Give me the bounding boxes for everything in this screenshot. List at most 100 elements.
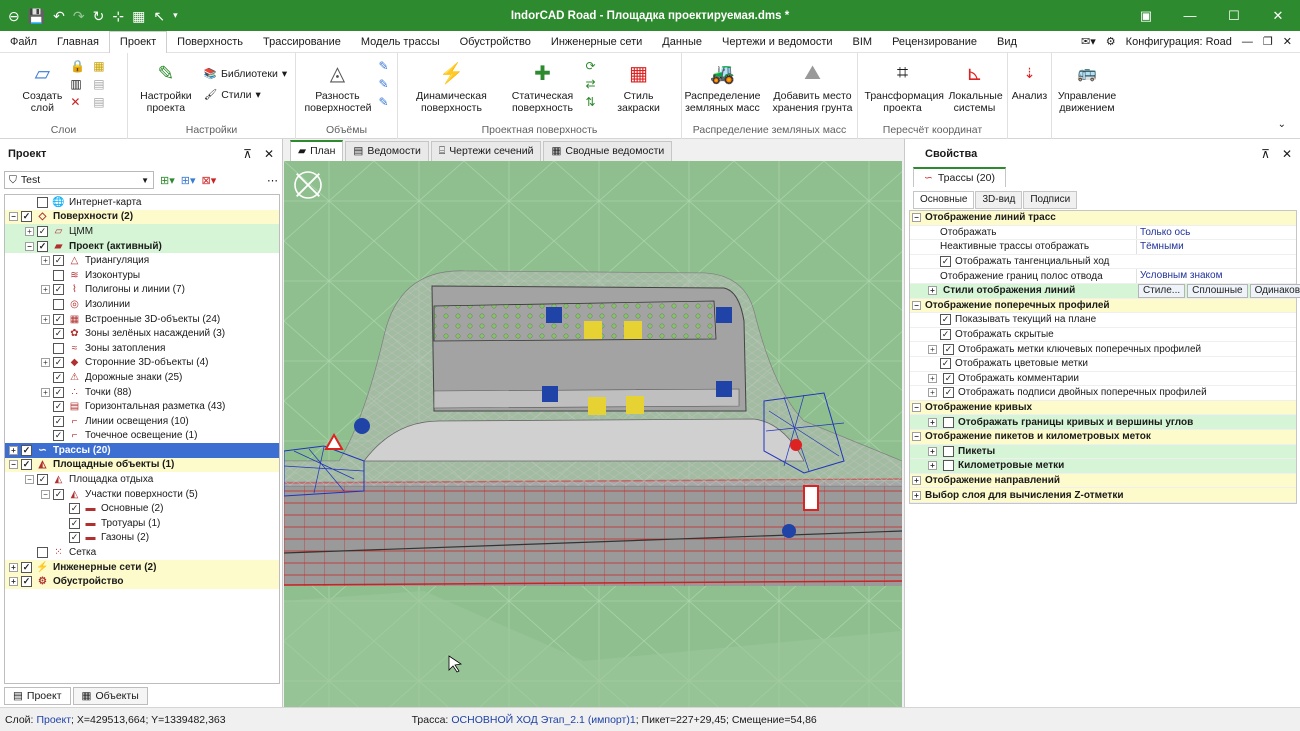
collapse-icon[interactable]: − [9,460,18,470]
tree-checkbox[interactable]: ✓ [53,357,64,369]
tree-item[interactable]: ✓ ⌐ Точечное освещение (1) [5,429,279,444]
property-row[interactable]: − Отображение линий трасс [910,211,1296,226]
tree-checkbox[interactable]: ✓ [37,240,48,252]
volume-tool-1-icon[interactable]: ✎ [378,59,388,73]
tree-checkbox[interactable]: ✓ [53,284,64,296]
menu-item[interactable]: Модель трассы [351,31,450,53]
expand-icon[interactable]: + [928,344,937,354]
expand-icon[interactable]: + [928,388,937,398]
tree-checkbox[interactable]: ✓ [69,503,80,515]
tree-item[interactable]: + ✓ ⚙ Обустройство [5,574,279,590]
expand-icon[interactable]: + [912,475,921,485]
collapse-icon[interactable]: − [912,403,921,413]
save-icon[interactable]: 💾 [28,9,45,23]
menu-item[interactable]: BIM [843,31,883,53]
tab-routes[interactable]: ∽ Трассы (20) [913,167,1006,187]
tree-item[interactable]: − ✓ ◇ Поверхности (2) [5,209,279,225]
collapse-icon[interactable]: − [912,432,921,442]
traffic-management-button[interactable]: 🚌 Управление движением [1051,53,1123,139]
tree-item[interactable]: + ✓ ∽ Трассы (20) [5,443,279,458]
plan-canvas[interactable] [284,161,902,707]
collapse-icon[interactable]: − [25,475,34,485]
expand-icon[interactable]: + [9,577,18,587]
property-checkbox[interactable]: ✓ [943,343,954,355]
mail-icon[interactable]: ✉▾ [1081,35,1096,48]
tree-item[interactable]: + ✓ ⌇ Полигоны и линии (7) [5,283,279,298]
property-row[interactable]: + ✓ Отображать метки ключевых поперечных п… [910,342,1296,357]
tree-checkbox[interactable] [53,269,64,281]
layer-copy-icon[interactable]: ▤ [93,77,104,91]
tree-checkbox[interactable]: ✓ [21,444,32,456]
style-option-button[interactable]: Сплошные [1187,283,1248,298]
tree-item[interactable]: ✓ ▬ Тротуары (1) [5,516,279,531]
filter-icon[interactable]: ⊞▾ [181,174,196,187]
surface-tool-2-icon[interactable]: ⇄ [585,77,595,91]
tree-checkbox[interactable]: ✓ [69,532,80,544]
property-row[interactable]: ✓ Отображать скрытые [910,328,1296,343]
property-checkbox[interactable] [943,445,954,457]
tree-checkbox[interactable]: ✓ [53,488,64,500]
menu-item[interactable]: Инженерные сети [541,31,652,53]
menu-item[interactable]: Данные [652,31,712,53]
tree-item[interactable]: ≈ Зоны затопления [5,341,279,356]
property-row[interactable]: − Отображение кривых [910,400,1296,416]
tree-checkbox[interactable]: ✓ [21,211,32,223]
refresh-icon[interactable]: ↻ [93,9,105,23]
menu-item[interactable]: Чертежи и ведомости [712,31,843,53]
tree-item[interactable]: ✓ ▬ Газоны (2) [5,531,279,546]
analysis-button[interactable]: ⇣ Анализ [1008,53,1051,139]
property-row[interactable]: + Отображать границы кривых и вершины угл… [910,415,1296,430]
minimize-button[interactable]: — [1168,0,1212,31]
property-checkbox[interactable] [943,460,954,472]
tree-checkbox[interactable]: ✓ [37,225,48,237]
tab-statements[interactable]: ▤ Ведомости [345,141,429,161]
restore-panel-icon[interactable]: ▣ [1124,0,1168,31]
collapse-icon[interactable]: − [9,212,18,222]
tree-item[interactable]: + ✓ ⚡ Инженерные сети (2) [5,559,279,575]
property-value[interactable]: Тёмными [1136,240,1296,254]
tab-project[interactable]: ▤ Проект [4,687,71,705]
tree-checkbox[interactable] [37,547,48,559]
config-gear-icon[interactable]: ⚙ [1106,35,1116,48]
property-row[interactable]: + ✓ Отображать комментарии [910,372,1296,387]
pointer-icon[interactable]: ↖ [153,9,165,23]
collapse-icon[interactable]: − [912,213,921,223]
property-row[interactable]: Отображение границ полос отвода Условным … [910,269,1296,284]
grid-snap-icon[interactable]: ▦ [132,9,145,23]
app-menu-icon[interactable]: ⊖ [8,9,20,23]
config-selector[interactable]: Конфигурация: Road [1126,36,1232,48]
expand-icon[interactable]: + [928,417,937,427]
property-row[interactable]: ✓ Отображать цветовые метки [910,357,1296,372]
tree-item[interactable]: + ✓ △ Триангуляция [5,253,279,268]
tree-checkbox[interactable] [53,298,64,310]
property-row[interactable]: + Пикеты [910,444,1296,460]
tree-checkbox[interactable]: ✓ [53,371,64,383]
layer-settings-icon[interactable]: ▥ [70,77,85,91]
subtab-general[interactable]: Основные [913,191,975,209]
remove-object-icon[interactable]: ⊠▾ [202,174,217,187]
redo-icon[interactable]: ↷ [73,9,85,23]
panel-close-icon[interactable]: ✕ [1282,147,1292,161]
expand-icon[interactable]: + [928,286,937,296]
layer-move-icon[interactable]: ▤ [93,95,104,109]
surface-tool-3-icon[interactable]: ⇅ [585,95,595,109]
close-button[interactable]: ✕ [1256,0,1300,31]
menu-item[interactable]: Главная [47,31,109,53]
tree-item[interactable]: + ✓ ▱ ЦММ [5,224,279,239]
menu-item[interactable]: Поверхность [167,31,253,53]
expand-icon[interactable]: + [25,226,34,236]
project-combo[interactable]: ⛉ Test ▼ [4,171,154,189]
tree-checkbox[interactable] [53,342,64,354]
panel-close-icon[interactable]: ✕ [264,147,274,161]
tree-checkbox[interactable]: ✓ [37,474,48,486]
more-icon[interactable]: ⋯ [267,174,278,187]
delete-layer-icon[interactable]: ✕ [70,95,85,109]
property-row[interactable]: + Километровые метки [910,459,1296,474]
collapse-icon[interactable]: − [25,241,34,251]
menu-item[interactable]: Вид [987,31,1027,53]
tree-item[interactable]: − ✓ ◭ Площадные объекты (1) [5,457,279,473]
tree-checkbox[interactable]: ✓ [53,415,64,427]
expand-icon[interactable]: + [912,490,921,500]
expand-icon[interactable]: + [928,373,937,383]
tree-item[interactable]: ◎ Изолинии [5,297,279,312]
